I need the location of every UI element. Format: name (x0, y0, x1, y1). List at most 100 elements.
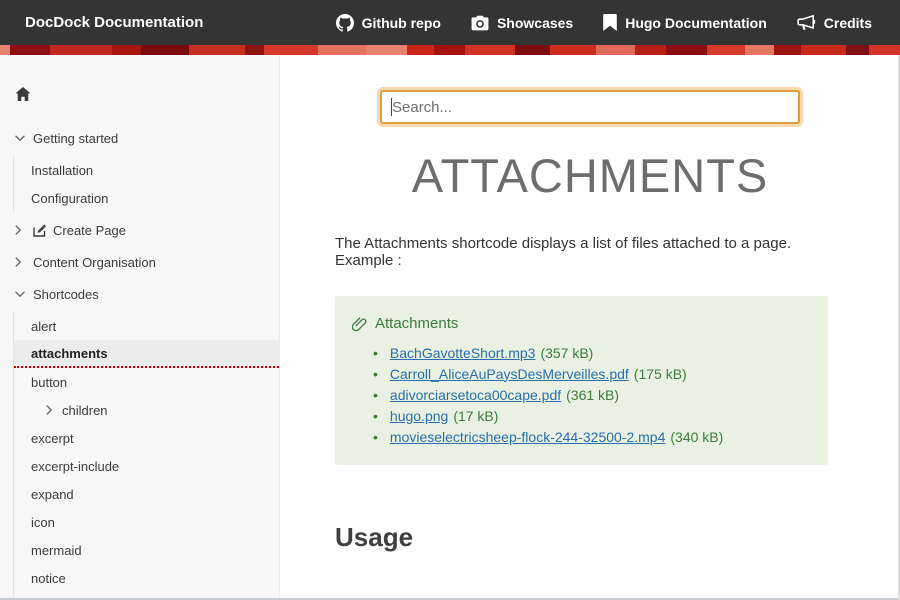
sidebar-item-label: Shortcodes (33, 287, 99, 302)
edit-icon (33, 224, 47, 237)
paperclip-icon (352, 316, 367, 332)
usage-heading: Usage (335, 522, 900, 553)
banner-segment (801, 45, 847, 55)
banner-segment (50, 45, 112, 55)
search-input[interactable] (380, 90, 800, 124)
banner-segment (707, 45, 744, 55)
sidebar-item-getting-started[interactable]: Getting started (0, 124, 279, 152)
attachment-item: Carroll_AliceAuPaysDesMerveilles.pdf(175… (373, 363, 808, 384)
brand-title[interactable]: DocDock Documentation (0, 14, 203, 31)
navbar-item-github-repo[interactable]: Github repo (336, 14, 441, 32)
sidebar-item-label: Configuration (31, 191, 108, 206)
banner-segment (465, 45, 515, 55)
attachments-panel-header: Attachments (352, 315, 808, 332)
banner-segment (318, 45, 366, 55)
sidebar-item-notice[interactable]: notice (14, 564, 279, 592)
chevron-down-icon (15, 291, 25, 298)
attachment-link-hugo-png[interactable]: hugo.png (390, 408, 448, 424)
chevron-right-icon (15, 257, 22, 267)
attachment-link-bachgavotteshort-mp3[interactable]: BachGavotteShort.mp3 (390, 345, 536, 361)
sidebar-item-configuration[interactable]: Configuration (14, 184, 279, 212)
attachment-link-adivorciarsetoca00cape-pdf[interactable]: adivorciarsetoca00cape.pdf (390, 387, 561, 403)
home-icon (15, 87, 31, 102)
navbar-item-showcases[interactable]: Showcases (471, 15, 573, 31)
sidebar-item-expand[interactable]: expand (14, 480, 279, 508)
main-content: ATTACHMENTS The Attachments shortcode di… (280, 55, 900, 600)
navbar-menu: Github repo Showcases Hugo Documentation Cr… (336, 14, 900, 32)
sidebar-item-shortcodes[interactable]: Shortcodes (0, 280, 279, 308)
sidebar-item-label: alert (31, 319, 56, 334)
attachment-size: (361 kB) (566, 387, 619, 403)
attachment-item: BachGavotteShort.mp3(357 kB) (373, 342, 808, 363)
sidebar-item-excerpt[interactable]: excerpt (14, 424, 279, 452)
attachment-item: hugo.png (17 kB) (373, 405, 808, 426)
sidebar-item-attachments[interactable]: attachments (14, 340, 279, 368)
sidebar-item-label: Content Organisation (33, 255, 156, 270)
github-icon (336, 14, 354, 32)
banner-segment (0, 45, 10, 55)
banner-segment (666, 45, 707, 55)
sidebar-item-excerpt-include[interactable]: excerpt-include (14, 452, 279, 480)
sidebar-item-label: icon (31, 515, 55, 530)
navbar-item-hugo-documentation[interactable]: Hugo Documentation (603, 14, 767, 31)
sidebar-nav: Getting started Installation Configuration… (0, 124, 279, 600)
text-caret (391, 98, 392, 116)
banner-segment (141, 45, 189, 55)
banner-segment (635, 45, 666, 55)
banner-segment (869, 45, 900, 55)
sidebar-item-label: Installation (31, 163, 93, 178)
camera-icon (471, 15, 489, 31)
sidebar-item-children[interactable]: children (14, 396, 279, 424)
banner-segment (515, 45, 550, 55)
banner-segment (112, 45, 141, 55)
sidebar-item-label: children (62, 403, 108, 418)
sidebar-group: alert attachments button children excerpt exc… (13, 312, 279, 600)
attachment-link-carroll-aliceaupaysdesmerveilles-pdf[interactable]: Carroll_AliceAuPaysDesMerveilles.pdf (390, 366, 629, 382)
banner-segment (366, 45, 407, 55)
sidebar: Getting started Installation Configuration… (0, 55, 280, 600)
sidebar-item-content-organisation[interactable]: Content Organisation (0, 248, 279, 276)
navbar-item-label: Hugo Documentation (625, 15, 767, 31)
search-box (380, 90, 800, 124)
banner-segment (10, 45, 49, 55)
banner-segment (407, 45, 434, 55)
intro-text: The Attachments shortcode displays a lis… (335, 235, 830, 269)
sidebar-item-label: button (31, 375, 67, 390)
chevron-down-icon (15, 135, 25, 142)
sidebar-item-icon[interactable]: icon (14, 508, 279, 536)
attachment-size: (340 kB) (670, 429, 723, 445)
navbar-item-label: Github repo (362, 15, 441, 31)
sidebar-item-label: mermaid (31, 543, 82, 558)
banner-segment (245, 45, 264, 55)
sidebar-item-label: excerpt (31, 431, 74, 446)
navbar-item-label: Showcases (497, 15, 573, 31)
attachments-panel-title: Attachments (375, 315, 458, 332)
sidebar-item-installation[interactable]: Installation (14, 156, 279, 184)
sidebar-item-mermaid[interactable]: mermaid (14, 536, 279, 564)
megaphone-icon (797, 15, 816, 31)
sidebar-item-label: expand (31, 487, 74, 502)
chevron-right-icon (46, 405, 53, 415)
sidebar-item-button[interactable]: button (14, 368, 279, 396)
bookmark-icon (603, 14, 617, 31)
attachment-size: (357 kB) (540, 345, 593, 361)
banner-segment (774, 45, 801, 55)
banner-segment (745, 45, 774, 55)
sidebar-item-label: Create Page (53, 223, 126, 238)
sidebar-item-label: notice (31, 571, 66, 586)
navbar-item-credits[interactable]: Credits (797, 15, 872, 31)
banner-segment (550, 45, 596, 55)
banner-segment (596, 45, 635, 55)
attachment-size: (17 kB) (453, 408, 498, 424)
page-title: ATTACHMENTS (280, 148, 900, 203)
sidebar-home-link[interactable] (15, 85, 279, 103)
attachments-list: BachGavotteShort.mp3(357 kB)Carroll_Alic… (352, 342, 808, 447)
banner-segment (846, 45, 869, 55)
sidebar-item-create-page[interactable]: Create Page (0, 216, 279, 244)
attachments-panel: Attachments BachGavotteShort.mp3(357 kB)… (335, 296, 828, 465)
banner-segment (264, 45, 318, 55)
sidebar-item-alert[interactable]: alert (14, 312, 279, 340)
top-navbar: DocDock Documentation Github repo Showcas… (0, 0, 900, 45)
banner-segment (434, 45, 465, 55)
attachment-link-movieselectricsheep-flock-244-32500-2-mp4[interactable]: movieselectricsheep-flock-244-32500-2.mp… (390, 429, 665, 445)
